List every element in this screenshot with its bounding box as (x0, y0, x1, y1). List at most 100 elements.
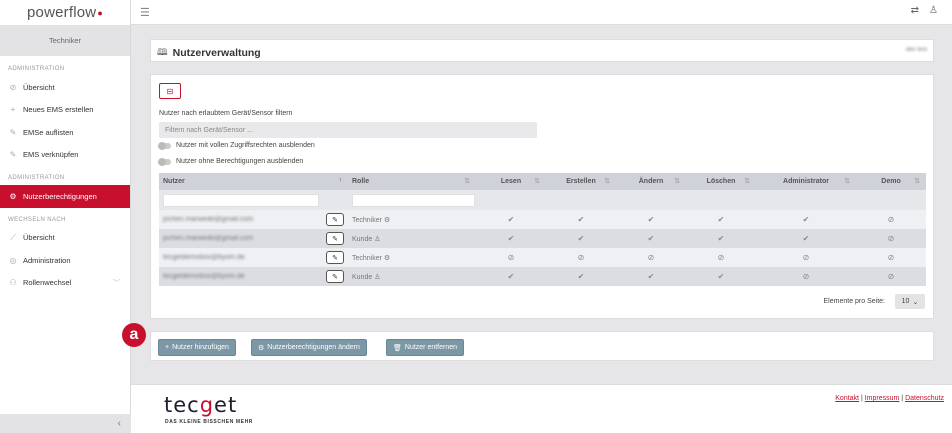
col-header-demo[interactable]: Demo ⇅ (856, 173, 926, 190)
edit-user-button[interactable]: ✎ (326, 251, 344, 264)
permission-cell: ✔ (686, 267, 756, 286)
col-header-rolle[interactable]: Rolle ⇅ (348, 173, 476, 190)
edit-user-button[interactable]: ✎ (326, 270, 344, 283)
chart-icon: ⟋ (10, 232, 16, 242)
device-filter-input[interactable]: Filtern nach Gerät/Sensor ... (159, 122, 537, 138)
permission-cell: ✔ (546, 267, 616, 286)
no-entry-icon: ⊘ (802, 253, 810, 262)
col-header-erstellen[interactable]: Erstellen ⇅ (546, 173, 616, 190)
no-entry-icon: ⊘ (887, 215, 895, 224)
permission-cell: ✔ (616, 210, 686, 229)
user-email: jochen.marwede@gmail.com (163, 216, 254, 223)
chevron-down-icon: ⌄ (912, 298, 919, 306)
col-header-administrator[interactable]: Administrator ⇅ (756, 173, 856, 190)
no-entry-icon: ⊘ (647, 253, 655, 262)
toggle-hide-full-access[interactable]: Nutzer mit vollen Zugriffsrechten ausble… (158, 141, 315, 150)
permission-cell: ✔ (686, 210, 756, 229)
permission-cell: ✔ (476, 229, 546, 248)
permission-cell: ⊘ (476, 248, 546, 267)
users-table: Nutzer ↑ Rolle ⇅ Lesen ⇅ Erstellen ⇅ Ändern ⇅… (159, 173, 926, 286)
col-header-nutzer[interactable]: Nutzer ↑ (159, 173, 348, 190)
check-icon: ✔ (507, 215, 515, 224)
user-icon: ♙ (374, 273, 381, 281)
toggle-switch[interactable] (158, 157, 171, 166)
user-email: jochen.marwede@gmail.com (163, 235, 254, 242)
permission-cell: ✔ (756, 210, 856, 229)
check-icon: ✔ (507, 272, 515, 281)
permission-cell: ⊘ (756, 248, 856, 267)
pencil-icon: ✎ (9, 127, 17, 137)
sidebar-item-emse-auflisten[interactable]: ✎ EMSe auflisten (0, 121, 130, 144)
permission-cell: ⊘ (616, 248, 686, 267)
role-filter-input[interactable] (352, 193, 475, 207)
no-entry-icon: ⊘ (507, 253, 515, 262)
role-cell: Kunde ♙ (348, 267, 476, 286)
permission-cell: ⊘ (856, 267, 926, 286)
permission-cell: ⊘ (546, 248, 616, 267)
link-kontakt[interactable]: Kontakt (835, 395, 859, 402)
user-cell: jochen.marwede@gmail.com ✎ (159, 229, 348, 248)
check-icon: ✔ (647, 215, 655, 224)
current-role: Techniker (0, 25, 130, 56)
tecget-logo: tecget (164, 393, 238, 417)
gear-icon: ⚙ (258, 344, 265, 352)
users-icon: ⚇ (9, 278, 17, 288)
user-icon: ♙ (374, 235, 381, 243)
user-icon[interactable]: ♙ (929, 5, 938, 16)
sidebar-item-nutzerberechtigungen[interactable]: ⚙ Nutzerberechtigungen (0, 185, 130, 208)
check-icon: ✔ (802, 215, 810, 224)
sidebar-item-neues-ems[interactable]: + Neues EMS erstellen (0, 99, 130, 122)
section-administration: ADMINISTRATION (8, 66, 65, 72)
user-email: tecgetdemobox@byom.de (163, 273, 245, 280)
table-row[interactable]: jochen.marwede@gmail.com ✎ Techniker ⚙ ✔ ✔ ✔ ✔… (159, 210, 926, 229)
sidebar-item-ems-verknuepfen[interactable]: ✎ EMS verknüpfen (0, 144, 130, 167)
edit-user-button[interactable]: ✎ (326, 213, 344, 226)
pencil-icon: ✎ (332, 254, 338, 262)
link-datenschutz[interactable]: Datenschutz (905, 395, 944, 402)
no-entry-icon: ⊘ (717, 253, 725, 262)
sidebar-item-rollenwechsel[interactable]: ⚇ Rollenwechsel ﹀ (0, 272, 130, 295)
toggle-switch[interactable] (158, 141, 171, 150)
col-header-aendern[interactable]: Ändern ⇅ (616, 173, 686, 190)
tecget-slogan: DAS KLEINE BISSCHEN MEHR (165, 419, 254, 425)
user-cell: tecgetdemobox@byom.de ✎ (159, 248, 348, 267)
switch-icon[interactable]: ⇄ (911, 5, 919, 16)
permission-cell: ⊘ (686, 248, 756, 267)
sidebar-item-switch-administration[interactable]: ◎ Administration (0, 249, 130, 272)
sidebar-item-switch-uebersicht[interactable]: ⟋ Übersicht (0, 227, 130, 250)
toggle-hide-no-permissions[interactable]: Nutzer ohne Berechtigungen ausblenden (158, 157, 303, 166)
role-cell: Techniker ⚙ (348, 248, 476, 267)
add-user-button[interactable]: + Nutzer hinzufügen (158, 339, 236, 356)
no-entry-icon: ⊘ (802, 272, 810, 281)
pagination: Elemente pro Seite: 10 ⌄ (824, 294, 925, 309)
col-header-lesen[interactable]: Lesen ⇅ (476, 173, 546, 190)
link-icon: ✎ (9, 150, 17, 160)
check-icon: ✔ (577, 272, 585, 281)
change-permissions-button[interactable]: ⚙ Nutzerberechtigungen ändern (251, 339, 367, 356)
remove-user-button[interactable]: 🗑 Nutzer entfernen (386, 339, 465, 356)
edit-user-button[interactable]: ✎ (326, 232, 344, 245)
filter-toggle-button[interactable]: ⊟ (159, 83, 181, 99)
app-logo[interactable]: powerflow ● (0, 0, 130, 25)
table-row[interactable]: tecgetdemobox@byom.de ✎ Kunde ♙ ✔ ✔ ✔ ✔ ⊘ ⊘ (159, 267, 926, 286)
table-row[interactable]: tecgetdemobox@byom.de ✎ Techniker ⚙ ⊘ ⊘ ⊘ ⊘ ⊘ ⊘ (159, 248, 926, 267)
user-cell: tecgetdemobox@byom.de ✎ (159, 267, 348, 286)
col-header-loeschen[interactable]: Löschen ⇅ (686, 173, 756, 190)
link-impressum[interactable]: Impressum (865, 395, 900, 402)
settings-icon: ◎ (9, 255, 17, 265)
table-row[interactable]: jochen.marwede@gmail.com ✎ Kunde ♙ ✔ ✔ ✔ ✔ ✔ ⊘ (159, 229, 926, 248)
check-icon: ✔ (717, 234, 725, 243)
page-header: 🕮 Nutzerverwaltung dev test (150, 39, 934, 62)
pencil-icon: ✎ (332, 235, 338, 243)
user-filter-input[interactable] (163, 193, 319, 207)
collapse-sidebar-button[interactable]: ‹ (0, 414, 131, 433)
sidebar-item-uebersicht[interactable]: ⊘ Übersicht (0, 76, 130, 99)
check-icon: ✔ (717, 215, 725, 224)
no-entry-icon: ⊘ (887, 272, 895, 281)
check-icon: ✔ (647, 234, 655, 243)
plus-icon: + (10, 105, 16, 115)
menu-icon[interactable]: ☰ (140, 6, 150, 19)
check-icon: ✔ (577, 215, 585, 224)
chevron-left-icon: ‹ (117, 418, 121, 429)
page-size-select[interactable]: 10 ⌄ (895, 294, 925, 309)
